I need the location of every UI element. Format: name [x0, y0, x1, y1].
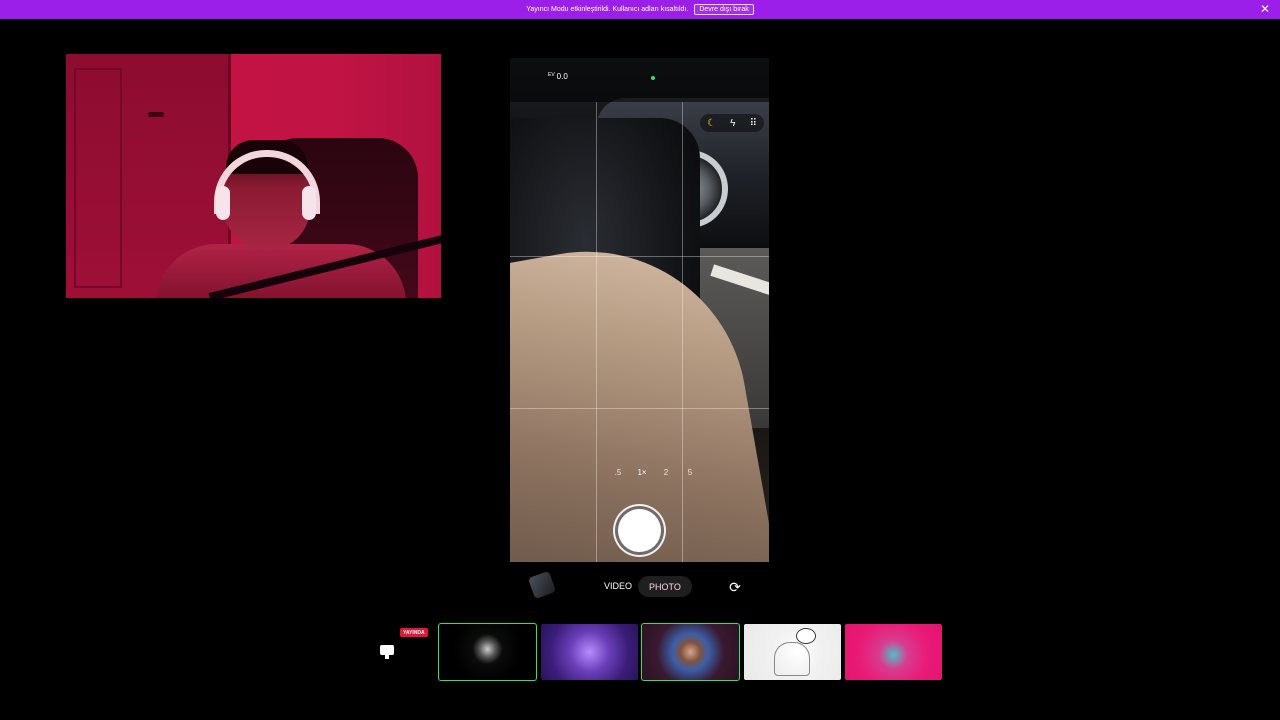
- participant-thumbnail-2[interactable]: [541, 624, 638, 680]
- last-photo-thumbnail[interactable]: [527, 570, 557, 600]
- participant-thumbnail-1[interactable]: [438, 623, 537, 681]
- grid-line: [682, 102, 683, 562]
- zoom-1x[interactable]: 1×: [634, 468, 650, 477]
- flip-camera-icon[interactable]: ⟳: [727, 579, 743, 595]
- banner-message: Yayıncı Modu etkinleştirildi. Kullanıcı …: [526, 6, 689, 13]
- live-badge: YAYINDA: [400, 628, 428, 637]
- flash-off-icon[interactable]: ϟ: [730, 118, 735, 129]
- sketch-avatar: [774, 642, 810, 676]
- moon-icon[interactable]: ☾: [707, 118, 716, 129]
- participant-thumbnail-4[interactable]: [744, 624, 841, 680]
- grid-line: [596, 102, 597, 562]
- grid-line: [510, 408, 769, 409]
- participant-thumbnail-5[interactable]: [845, 624, 942, 680]
- shutter-button[interactable]: [618, 509, 661, 552]
- webcam-video-tile[interactable]: [66, 54, 441, 298]
- streamer-mode-banner: Yayıncı Modu etkinleştirildi. Kullanıcı …: [0, 0, 1280, 19]
- zoom-0-5[interactable]: .5: [610, 468, 626, 477]
- exposure-value[interactable]: EV 0.0: [548, 72, 568, 81]
- speech-bubble: [796, 628, 816, 644]
- privacy-indicator-dot: [651, 76, 655, 80]
- phone-camera-stream[interactable]: EV 0.0 ☾ ϟ ⠿ .5 1× 2 5: [510, 58, 769, 562]
- zoom-5[interactable]: 5: [682, 468, 698, 477]
- zoom-selector: .5 1× 2 5: [610, 468, 698, 477]
- disable-streamer-mode-button[interactable]: Devre dışı bırak: [694, 4, 754, 15]
- close-icon[interactable]: ✕: [1260, 3, 1270, 15]
- grid-line: [510, 256, 769, 257]
- mode-video[interactable]: VIDEO: [604, 581, 632, 591]
- door-handle: [148, 112, 164, 117]
- participant-thumbnail-3[interactable]: [641, 623, 740, 681]
- grid-menu-icon[interactable]: ⠿: [750, 118, 757, 129]
- mode-photo[interactable]: PHOTO: [638, 576, 692, 597]
- screen-share-icon[interactable]: [380, 645, 394, 659]
- quick-settings: ☾ ϟ ⠿: [700, 114, 764, 132]
- zoom-2[interactable]: 2: [658, 468, 674, 477]
